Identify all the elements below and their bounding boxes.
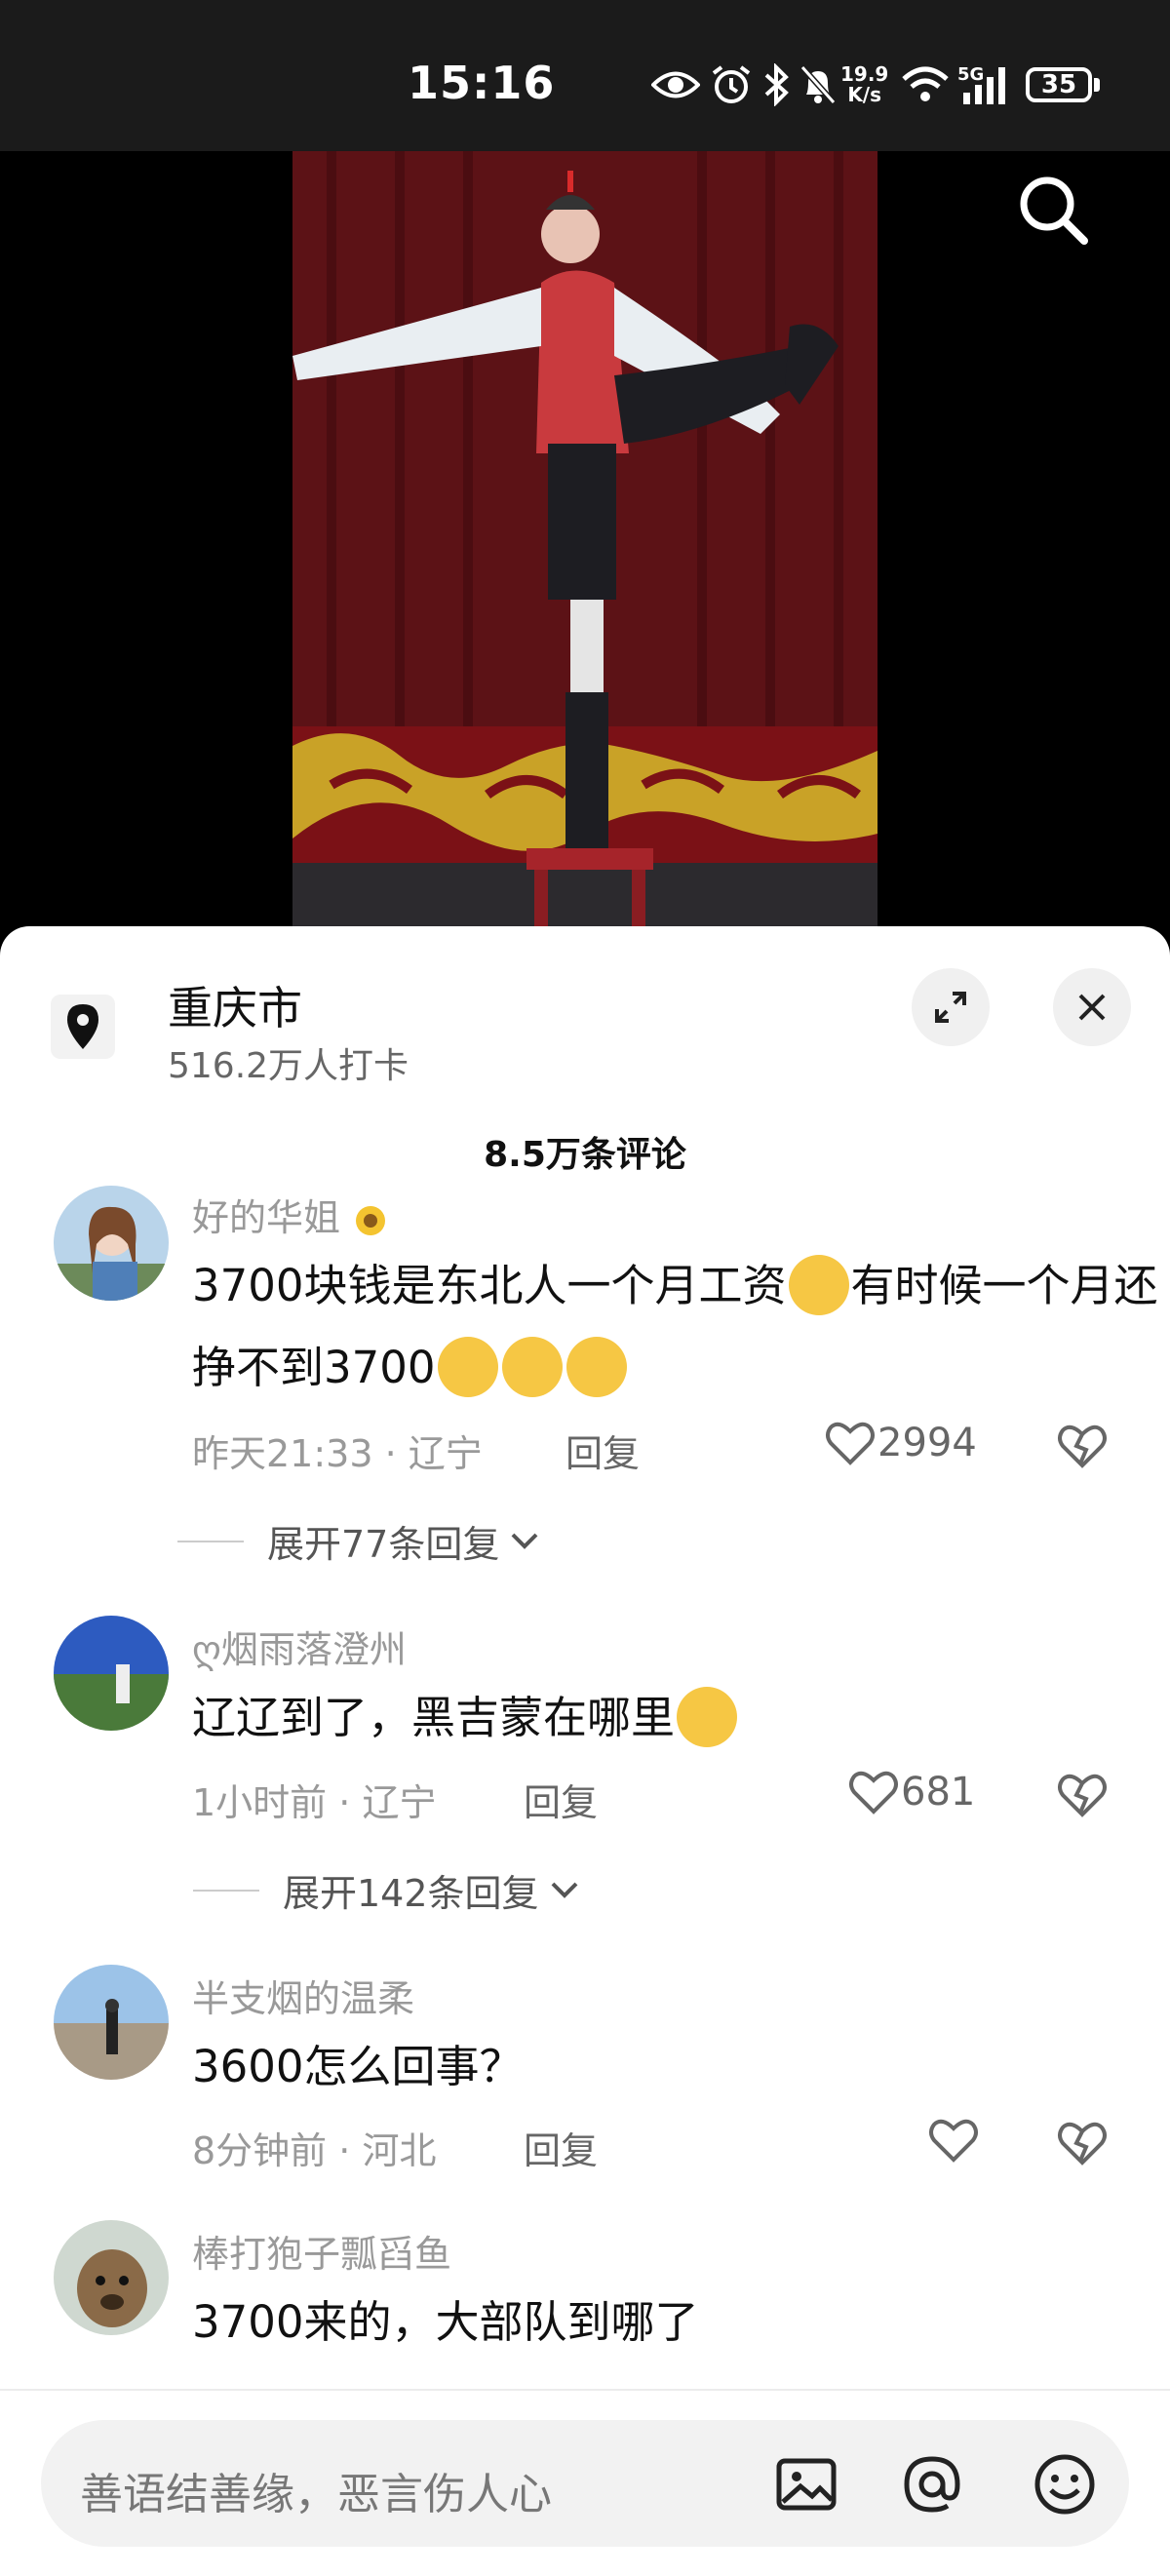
search-icon[interactable]: [1014, 171, 1092, 249]
comment-text: 3700块钱是东北人一个月工资 有时候一个月还挣不到3700: [192, 1245, 1167, 1409]
comment-count: 8.5万条评论: [484, 1135, 686, 1175]
comment-text: 辽辽到了，黑吉蒙在哪里: [192, 1677, 1167, 1759]
image-icon[interactable]: [775, 2453, 838, 2516]
comment-region: 河北: [362, 2129, 437, 2172]
wifi-icon: [899, 62, 952, 107]
comment-author-name[interactable]: ღ烟雨落澄州: [192, 1620, 407, 1673]
mute-icon: [798, 62, 838, 107]
comment-meta: 8分钟前 · 河北: [192, 2129, 437, 2172]
chevron-down-icon: [551, 1882, 577, 1898]
broken-heart-icon: [1058, 2122, 1107, 2166]
comment-region: 辽宁: [362, 1781, 437, 1824]
signal-icon: 5G: [957, 62, 1016, 107]
close-icon: [1078, 994, 1106, 1021]
crying-emoji-icon: [566, 1337, 627, 1397]
chevron-down-icon: [511, 1533, 538, 1549]
comment-meta: 1小时前 · 辽宁: [192, 1781, 437, 1824]
comment-author[interactable]: 好的华姐: [192, 1188, 389, 1241]
expand-button[interactable]: [912, 968, 990, 1046]
bluetooth-icon: [760, 62, 792, 107]
comment-meta: 昨天21:33 · 辽宁: [192, 1432, 483, 1475]
location-pin-icon: [51, 995, 115, 1059]
net-speed: 19.9 K/s: [840, 64, 888, 105]
mention-icon[interactable]: [899, 2451, 965, 2517]
comment-text: 3600怎么回事？: [192, 2041, 524, 2092]
performer-stage-image: [292, 151, 878, 931]
status-time: 15:16: [408, 57, 556, 109]
avatar[interactable]: [54, 2220, 169, 2335]
location-name[interactable]: 重庆市: [168, 973, 302, 1037]
expand-replies-label: 展开77条回复: [267, 1523, 500, 1566]
comment-input-placeholder[interactable]: 善语结善缘，恶言伤人心: [80, 2459, 552, 2521]
comment-time: 昨天21:33: [192, 1432, 373, 1475]
comment-time: 1小时前: [192, 1781, 328, 1824]
like-button[interactable]: 681: [846, 1765, 975, 1819]
comment-text-content: 辽辽到了，黑吉蒙在哪里: [192, 1692, 676, 1743]
dislike-button[interactable]: [1055, 1768, 1110, 1822]
comment-text: 3700来的，大部队到哪了: [192, 2296, 699, 2348]
divider-line: [177, 1540, 244, 1542]
expand-icon: [935, 992, 966, 1023]
sunflower-icon: [352, 1202, 389, 1239]
comment-time: 8分钟前: [192, 2129, 328, 2172]
reply-button[interactable]: 回复: [524, 1773, 598, 1826]
battery-tip: [1094, 78, 1100, 92]
heart-icon: [849, 1771, 898, 1815]
net-speed-value: 19.9: [840, 62, 889, 86]
like-count: 2994: [878, 1421, 977, 1465]
like-button[interactable]: 2994: [823, 1416, 977, 1470]
crying-emoji-icon: [437, 1337, 498, 1397]
dislike-button[interactable]: [1055, 2116, 1110, 2170]
avatar[interactable]: [54, 1616, 169, 1731]
battery-indicator: 35: [1026, 67, 1092, 102]
heart-icon: [826, 1422, 875, 1465]
divider-line: [193, 1889, 259, 1892]
alarm-icon: [710, 62, 753, 107]
avatar[interactable]: [54, 1186, 169, 1301]
comment-text-part1: 3700块钱是东北人一个月工资: [192, 1260, 787, 1311]
broken-heart-icon: [1058, 1774, 1107, 1817]
comment-author-name[interactable]: 棒打狍子瓢舀鱼: [192, 2224, 451, 2278]
expand-replies[interactable]: 展开77条回复: [177, 1514, 544, 1568]
emoji-icon[interactable]: [1032, 2451, 1098, 2517]
unamused-emoji-icon: [788, 1255, 849, 1315]
eye-icon: [651, 62, 700, 107]
reply-button[interactable]: 回复: [566, 1424, 640, 1477]
broken-heart-icon: [1058, 1425, 1107, 1468]
like-button[interactable]: [926, 2113, 981, 2167]
video-frame[interactable]: [292, 151, 878, 931]
dislike-button[interactable]: [1055, 1419, 1110, 1473]
comment-author-name: 好的华姐: [192, 1196, 341, 1239]
comment-author-name[interactable]: 半支烟的温柔: [192, 1969, 414, 2022]
like-count: 681: [901, 1770, 976, 1815]
reply-button[interactable]: 回复: [524, 2121, 598, 2174]
network-type: 5G: [957, 64, 985, 85]
expand-replies[interactable]: 展开142条回复: [193, 1863, 584, 1917]
video-player[interactable]: [0, 151, 1170, 931]
heart-icon: [929, 2119, 978, 2163]
crying-emoji-icon: [501, 1337, 563, 1397]
location-checkins: 516.2万人打卡: [168, 1046, 410, 1086]
close-button[interactable]: [1053, 968, 1131, 1046]
avatar[interactable]: [54, 1965, 169, 2080]
net-speed-unit: K/s: [847, 83, 882, 106]
comment-region: 辽宁: [408, 1432, 483, 1475]
expand-replies-label: 展开142条回复: [283, 1872, 539, 1915]
worried-emoji-icon: [677, 1687, 738, 1747]
